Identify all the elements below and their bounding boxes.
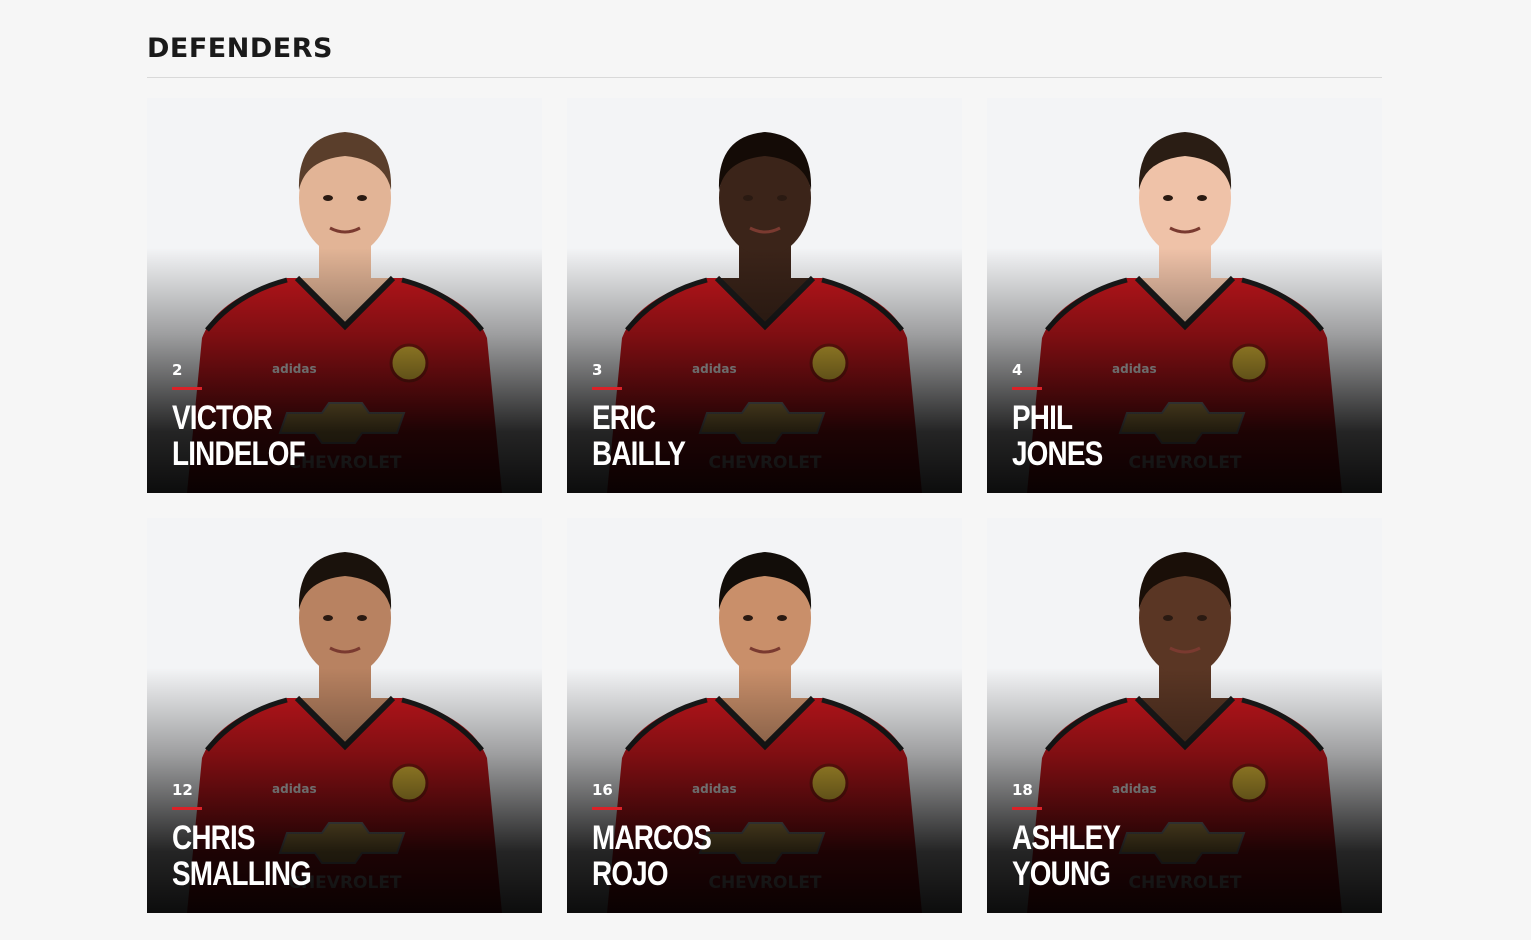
eye-left <box>323 195 333 201</box>
player-number: 3 <box>592 361 603 379</box>
player-name: ERIC BAILLY <box>592 400 706 472</box>
player-card[interactable]: adidasCHEVROLET 18 ASHLEY YOUNG <box>987 518 1382 913</box>
player-grid: adidasCHEVROLET 2 VICTOR LINDELOF adidas… <box>147 98 1382 913</box>
number-underline <box>172 807 202 810</box>
eye-left <box>1163 195 1173 201</box>
player-name: VICTOR LINDELOF <box>172 400 334 472</box>
player-card[interactable]: adidasCHEVROLET 4 PHIL JONES <box>987 98 1382 493</box>
eye-right <box>777 615 787 621</box>
player-first-name: PHIL <box>1012 399 1073 437</box>
eye-right <box>777 195 787 201</box>
number-underline <box>172 387 202 390</box>
player-card[interactable]: adidasCHEVROLET 3 ERIC BAILLY <box>567 98 962 493</box>
player-number: 18 <box>1012 781 1033 799</box>
number-underline <box>1012 807 1042 810</box>
eye-right <box>1197 195 1207 201</box>
section-divider <box>147 77 1382 78</box>
eye-left <box>323 615 333 621</box>
player-first-name: MARCOS <box>592 819 712 857</box>
player-last-name: JONES <box>1012 435 1103 473</box>
player-card[interactable]: adidasCHEVROLET 12 CHRIS SMALLING <box>147 518 542 913</box>
player-last-name: BAILLY <box>592 435 686 473</box>
player-last-name: SMALLING <box>172 855 312 893</box>
eye-right <box>357 615 367 621</box>
eye-left <box>743 615 753 621</box>
player-number: 2 <box>172 361 183 379</box>
player-name: ASHLEY YOUNG <box>1012 820 1144 892</box>
player-number: 12 <box>172 781 193 799</box>
player-last-name: ROJO <box>592 855 669 893</box>
player-first-name: ERIC <box>592 399 656 437</box>
section-title: DEFENDERS <box>147 33 333 64</box>
number-underline <box>1012 387 1042 390</box>
number-underline <box>592 807 622 810</box>
player-last-name: LINDELOF <box>172 435 306 473</box>
player-first-name: CHRIS <box>172 819 255 857</box>
player-name: CHRIS SMALLING <box>172 820 342 892</box>
player-number: 4 <box>1012 361 1023 379</box>
eye-left <box>1163 615 1173 621</box>
eye-right <box>1197 615 1207 621</box>
player-last-name: YOUNG <box>1012 855 1111 893</box>
player-card[interactable]: adidasCHEVROLET 2 VICTOR LINDELOF <box>147 98 542 493</box>
player-card[interactable]: adidasCHEVROLET 16 MARCOS ROJO <box>567 518 962 913</box>
player-name: PHIL JONES <box>1012 400 1122 472</box>
player-name: MARCOS ROJO <box>592 820 737 892</box>
number-underline <box>592 387 622 390</box>
eye-right <box>357 195 367 201</box>
player-first-name: VICTOR <box>172 399 273 437</box>
player-number: 16 <box>592 781 613 799</box>
eye-left <box>743 195 753 201</box>
player-first-name: ASHLEY <box>1012 819 1121 857</box>
